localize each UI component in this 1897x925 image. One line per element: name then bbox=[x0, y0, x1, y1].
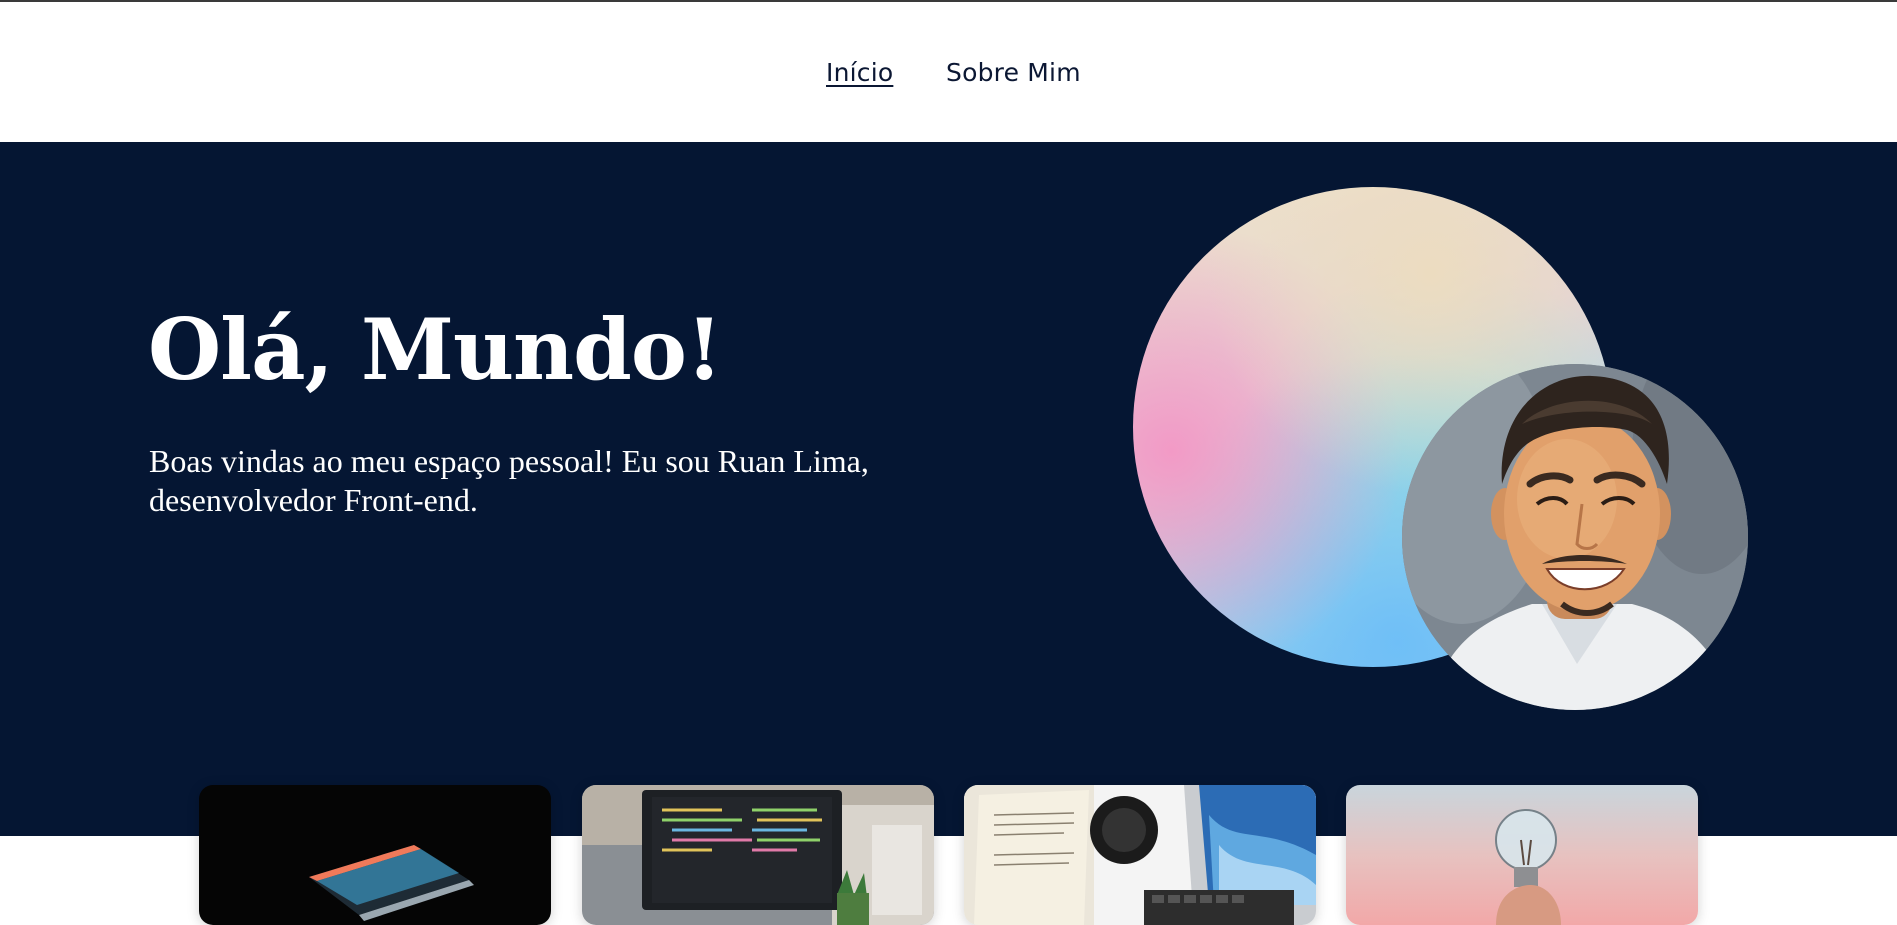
avatar bbox=[1402, 364, 1748, 710]
laptop-dark-image bbox=[199, 785, 551, 925]
nav-link-sobre-mim[interactable]: Sobre Mim bbox=[946, 58, 1081, 87]
hero-subtitle: Boas vindas ao meu espaço pessoal! Eu so… bbox=[149, 443, 869, 518]
hero-title: Olá, Mundo! bbox=[148, 300, 723, 399]
card-laptop-dark[interactable] bbox=[199, 785, 551, 925]
avatar-photo bbox=[1402, 364, 1748, 710]
card-code-laptop[interactable] bbox=[582, 785, 934, 925]
card-desk-book-laptop[interactable] bbox=[964, 785, 1316, 925]
code-laptop-image bbox=[582, 785, 934, 925]
hero-section: Olá, Mundo! Boas vindas ao meu espaço pe… bbox=[0, 142, 1897, 836]
top-navigation: Início Sobre Mim bbox=[0, 2, 1897, 142]
desk-book-laptop-image bbox=[964, 785, 1316, 925]
lightbulb-hand-image bbox=[1346, 785, 1698, 925]
nav-link-inicio[interactable]: Início bbox=[826, 58, 893, 87]
card-lightbulb-hand[interactable] bbox=[1346, 785, 1698, 925]
